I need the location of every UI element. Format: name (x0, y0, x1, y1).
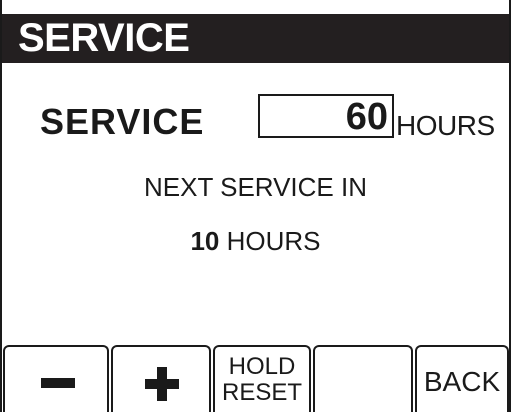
next-service-label: NEXT SERVICE IN (144, 172, 367, 202)
increase-button[interactable] (111, 345, 211, 412)
service-interval-field[interactable]: 60 (258, 94, 394, 138)
hours-remaining-value: 10 (190, 226, 220, 256)
service-screen: SERVICE SERVICE 60 HOURS NEXT SERVICE IN… (0, 0, 511, 412)
service-interval-label: SERVICE (40, 101, 205, 142)
hold-reset-label-line2: RESET (221, 379, 302, 406)
hours-remaining: 10 HOURS (2, 226, 509, 256)
minus-icon (41, 378, 75, 388)
back-button-label: BACK (423, 366, 501, 397)
page-title: SERVICE (18, 16, 190, 60)
softkey-bar: HOLD RESET BACK (2, 345, 509, 412)
service-interval-value: 60 (345, 96, 388, 138)
title-bar: SERVICE (2, 14, 509, 63)
hours-remaining-unit: HOURS (226, 226, 321, 256)
service-interval-unit: HOURS (396, 110, 495, 141)
back-button[interactable]: BACK (415, 345, 509, 412)
blank-softkey[interactable] (313, 345, 413, 412)
hold-reset-button[interactable]: HOLD RESET (213, 345, 311, 412)
hold-reset-label-line1: HOLD (228, 353, 296, 380)
decrease-button[interactable] (3, 345, 109, 412)
